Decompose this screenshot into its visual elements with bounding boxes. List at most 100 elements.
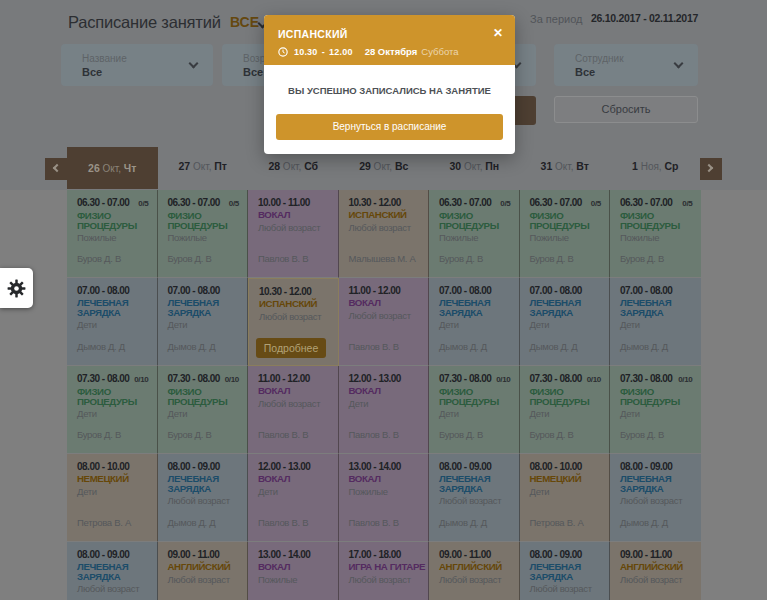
modal-time-row: 10.30 - 12.00 28 Октября Суббота <box>278 46 459 57</box>
title-filter-value[interactable]: ВСЕ <box>230 14 259 30</box>
next-week-button[interactable] <box>700 158 722 180</box>
schedule-cell[interactable]: 06.30 - 07.000/5ФИЗИО ПРОЦЕДУРЫПожилыеБу… <box>67 190 158 278</box>
schedule-cell[interactable]: 08.00 - 09.00ЛЕЧЕБНАЯ ЗАРЯДКАЛюбой возра… <box>158 454 249 542</box>
day-tab-26[interactable]: 26 Окт, Чт <box>67 147 158 189</box>
cell-time: 08.00 - 09.00 <box>168 461 220 473</box>
cell-teacher: Буров Д. В <box>620 253 664 264</box>
page: Расписание занятий ВСЕ За период 26.10.2… <box>0 0 767 600</box>
schedule-cell[interactable]: 07.00 - 08.00ЛЕЧЕБНАЯ ЗАРЯДКАДетиДымов Д… <box>158 278 249 366</box>
settings-panel[interactable] <box>0 268 33 308</box>
chevron-right-icon <box>705 164 713 172</box>
schedule-cell[interactable]: 06.30 - 07.000/5ФИЗИО ПРОЦЕДУРЫПожилыеБу… <box>158 190 249 278</box>
cell-time: 06.30 - 07.00 <box>530 197 582 209</box>
cell-capacity: 0/10 <box>678 374 692 386</box>
cell-class-name: ВОКАЛ <box>258 474 330 484</box>
cell-time: 13.00 - 14.00 <box>349 461 401 473</box>
schedule-cell[interactable]: 08.00 - 09.00ЛЕЧЕБНАЯ ЗАРЯДКАЛюбой возра… <box>610 454 701 542</box>
schedule-cell[interactable]: 08.00 - 10.00НЕМЕЦКИЙДетиПетрова В. А <box>67 454 158 542</box>
schedule-cell[interactable]: 09.00 - 11.00АНГЛИЙСКИЙЛюбой возраст <box>158 542 249 600</box>
schedule-cell[interactable]: 13.00 - 14.00ВОКАЛПожилыеПавлов В. В <box>339 454 430 542</box>
schedule-cell[interactable]: 08.00 - 09.00ЛЕЧЕБНАЯ ЗАРЯДКАЛюбой возра… <box>520 542 611 600</box>
schedule-cell[interactable]: 08.00 - 09.00ЛЕЧЕБНАЯ ЗАРЯДКАЛюбой возра… <box>67 542 158 600</box>
day-tab-31[interactable]: 31 Окт, Вт <box>520 152 611 180</box>
chevron-down-icon <box>189 59 199 69</box>
cell-time: 07.00 - 08.00 <box>168 285 220 297</box>
cell-time: 10.30 - 12.00 <box>259 286 311 298</box>
schedule-cell[interactable]: 10.00 - 11.00ВОКАЛЛюбой возрастПавлов В.… <box>248 190 339 278</box>
cell-age-group: Любой возраст <box>259 311 330 322</box>
cell-time: 08.00 - 09.00 <box>620 461 672 473</box>
day-tab-29[interactable]: 29 Окт, Вс <box>339 152 430 180</box>
schedule-cell[interactable]: 09.00 - 11.00АНГЛИЙСКИЙЛюбой возраст <box>429 542 520 600</box>
cell-capacity: 0/5 <box>138 198 148 210</box>
cell-teacher: Павлов В. В <box>258 517 308 528</box>
schedule-cell[interactable]: 10.30 - 12.00ИСПАНСКИЙЛюбой возрастМалыш… <box>339 190 430 278</box>
schedule-cell[interactable]: 07.30 - 08.000/10ФИЗИО ПРОЦЕДУРЫДетиБуро… <box>520 366 611 454</box>
back-to-schedule-button[interactable]: Вернуться в расписание <box>276 114 503 140</box>
cell-age-group: Дети <box>439 319 511 330</box>
cell-time: 07.30 - 08.00 <box>530 373 582 385</box>
cell-class-name: ФИЗИО ПРОЦЕДУРЫ <box>168 211 240 230</box>
day-tab-1[interactable]: 1 Ноя, Ср <box>610 152 701 180</box>
schedule-cell[interactable]: 07.00 - 08.00ЛЕЧЕБНАЯ ЗАРЯДКАДетиДымов Д… <box>67 278 158 366</box>
schedule-cell[interactable]: 12.00 - 13.00ВОКАЛДетиПавлов В. В <box>339 366 430 454</box>
schedule-cell[interactable]: 11.00 - 12.00ВОКАЛЛюбой возрастПавлов В.… <box>339 278 430 366</box>
day-tab-30[interactable]: 30 Окт, Пн <box>429 152 520 180</box>
prev-week-button[interactable] <box>45 158 67 180</box>
cell-age-group: Любой возраст <box>620 574 693 585</box>
modal-time: 10.30 - 12.00 <box>294 47 353 57</box>
reset-button[interactable]: Сбросить <box>554 96 698 123</box>
cell-class-name: ЛЕЧЕБНАЯ ЗАРЯДКА <box>168 474 240 493</box>
cell-age-group: Любой возраст <box>258 398 330 409</box>
cell-class-name: АНГЛИЙСКИЙ <box>168 562 240 572</box>
cell-class-name: ФИЗИО ПРОЦЕДУРЫ <box>439 387 511 406</box>
schedule-cell[interactable]: 13.00 - 14.00ВОКАЛПожилые <box>248 542 339 600</box>
schedule-cell[interactable]: 08.00 - 10.00НЕМЕЦКИЙДетиПетрова В. А <box>520 454 611 542</box>
cell-time: 09.00 - 11.00 <box>620 549 672 561</box>
filter-name-value: Все <box>82 66 102 78</box>
cell-class-name: ВОКАЛ <box>349 386 421 396</box>
cell-teacher: Буров Д. В <box>168 429 212 440</box>
schedule-cell[interactable]: 07.30 - 08.000/10ФИЗИО ПРОЦЕДУРЫДетиБуро… <box>158 366 249 454</box>
cell-age-group: Любой возраст <box>439 574 511 585</box>
cell-time: 11.00 - 12.00 <box>258 373 310 385</box>
schedule-cell[interactable]: 11.00 - 12.00ВОКАЛЛюбой возрастПавлов В.… <box>248 366 339 454</box>
filter-name[interactable]: Название Все <box>61 44 213 86</box>
cell-time: 09.00 - 11.00 <box>168 549 220 561</box>
close-icon[interactable]: ✕ <box>493 26 503 40</box>
cell-time: 06.30 - 07.00 <box>439 197 491 209</box>
cell-class-name: ФИЗИО ПРОЦЕДУРЫ <box>439 211 511 230</box>
schedule-cell[interactable]: 09.00 - 11.00АНГЛИЙСКИЙЛюбой возраст <box>610 542 701 600</box>
schedule-cell[interactable]: 08.00 - 09.00ЛЕЧЕБНАЯ ЗАРЯДКАЛюбой возра… <box>429 454 520 542</box>
period-label: За период <box>530 13 582 25</box>
filter-staff[interactable]: Сотрудник Все <box>554 44 698 86</box>
cell-age-group: Пожилые <box>168 232 240 243</box>
details-button[interactable]: Подробнее <box>256 338 326 358</box>
day-tab-28[interactable]: 28 Окт, Сб <box>248 152 339 180</box>
cell-age-group: Дети <box>77 486 149 497</box>
schedule-cell[interactable]: 07.00 - 08.00ЛЕЧЕБНАЯ ЗАРЯДКАДетиДымов Д… <box>520 278 611 366</box>
cell-age-group: Любой возраст <box>349 222 421 233</box>
schedule-cell[interactable]: 06.30 - 07.000/5ФИЗИО ПРОЦЕДУРЫПожилыеБу… <box>610 190 701 278</box>
cell-class-name: ФИЗИО ПРОЦЕДУРЫ <box>530 387 602 406</box>
schedule-cell[interactable]: 07.30 - 08.000/10ФИЗИО ПРОЦЕДУРЫДетиБуро… <box>429 366 520 454</box>
cell-teacher: Буров Д. В <box>168 253 212 264</box>
schedule-cell[interactable]: 07.00 - 08.00ЛЕЧЕБНАЯ ЗАРЯДКАДетиДымов Д… <box>429 278 520 366</box>
schedule-cell[interactable]: 10.30 - 12.00ИСПАНСКИЙЛюбой возрастПодро… <box>248 278 339 366</box>
cell-age-group: Любой возраст <box>530 583 602 594</box>
cell-class-name: ЛЕЧЕБНАЯ ЗАРЯДКА <box>439 298 511 317</box>
cell-capacity: 0/10 <box>496 374 510 386</box>
cell-age-group: Любой возраст <box>349 310 421 321</box>
schedule-cell[interactable]: 17.00 - 18.00ИГРА НА ГИТАРЕЛюбой возраст <box>339 542 430 600</box>
schedule-cell[interactable]: 07.30 - 08.000/10ФИЗИО ПРОЦЕДУРЫДетиБуро… <box>610 366 701 454</box>
schedule-cell[interactable]: 07.30 - 08.000/10ФИЗИО ПРОЦЕДУРЫДетиБуро… <box>67 366 158 454</box>
period-value[interactable]: 26.10.2017 - 02.11.2017 <box>591 12 698 24</box>
schedule-cell[interactable]: 07.00 - 08.00ЛЕЧЕБНАЯ ЗАРЯДКАДетиДымов Д… <box>610 278 701 366</box>
cell-class-name: АНГЛИЙСКИЙ <box>439 562 511 572</box>
cell-class-name: НЕМЕЦКИЙ <box>530 474 602 484</box>
schedule-cell[interactable]: 06.30 - 07.000/5ФИЗИО ПРОЦЕДУРЫПожилыеБу… <box>520 190 611 278</box>
modal-header: ИСПАНСКИЙ ✕ 10.30 - 12.00 28 Октября Суб… <box>264 15 515 65</box>
schedule-cell[interactable]: 12.00 - 13.00ВОКАЛДетиПавлов В. В <box>248 454 339 542</box>
day-tab-27[interactable]: 27 Окт, Пт <box>158 152 249 180</box>
schedule-cell[interactable]: 06.30 - 07.000/5ФИЗИО ПРОЦЕДУРЫПожилыеБу… <box>429 190 520 278</box>
